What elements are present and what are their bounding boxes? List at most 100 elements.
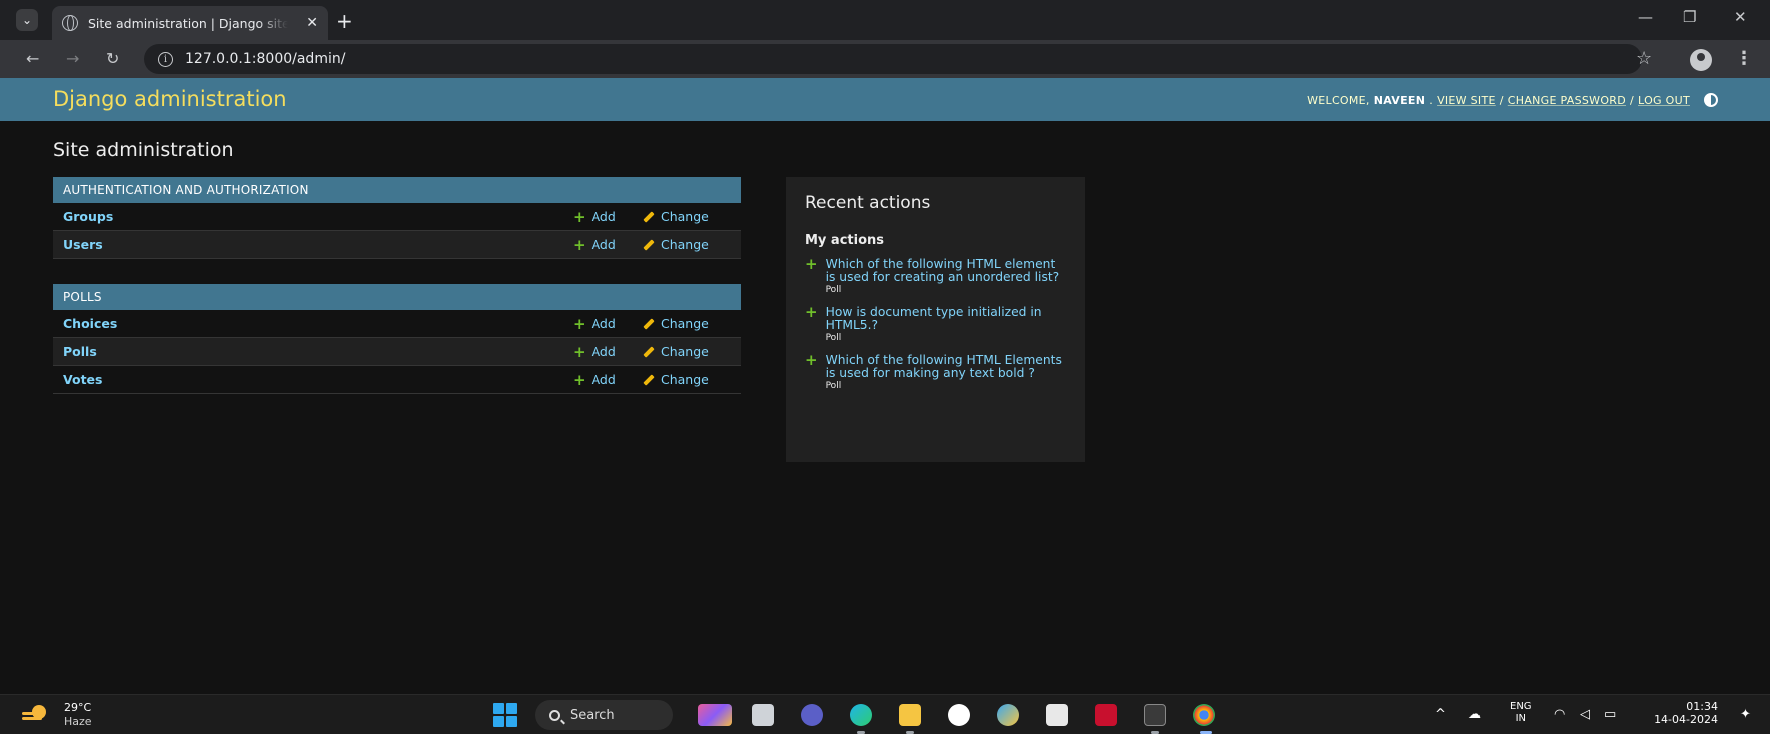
user-tools: WELCOME, NAVEEN . VIEW SITE / CHANGE PAS… [1307,93,1718,107]
list-item: + How is document type initialized in HT… [805,303,1066,344]
chrome-icon[interactable] [1193,704,1215,726]
chevron-up-icon[interactable]: ^ [1435,707,1446,722]
add-polls-button[interactable]: + Add [573,343,643,361]
site-brand[interactable]: Django administration [53,87,287,111]
volume-icon[interactable]: ◁ [1580,707,1590,722]
pencil-icon [643,373,655,386]
tab-close-icon[interactable]: ✕ [306,15,318,31]
store-icon[interactable] [1046,704,1068,726]
change-users-button[interactable]: Change [643,237,723,252]
new-tab-button[interactable]: + [336,9,353,33]
file-explorer-icon[interactable] [899,704,921,726]
weather-description[interactable]: Haze [64,715,92,728]
mcafee-icon[interactable] [1095,704,1117,726]
table-row: Votes + Add Change [53,366,741,394]
browser-tab-bar: ⌄ Site administration | Django site admi… [0,0,1770,40]
change-password-link[interactable]: CHANGE PASSWORD [1508,94,1626,107]
table-row: Groups + Add Change [53,203,741,231]
theme-toggle-icon[interactable] [1704,93,1718,107]
site-info-icon[interactable]: i [158,51,173,67]
tab-search-chevron-icon[interactable]: ⌄ [16,9,38,31]
profile-avatar-icon[interactable] [1690,49,1712,71]
plus-icon: + [573,235,586,254]
window-close-icon[interactable]: ✕ [1734,8,1747,26]
edge-browser-icon[interactable] [850,704,872,726]
list-item: + Which of the following HTML element is… [805,255,1066,296]
table-row: Users + Add Change [53,231,741,259]
search-icon [549,709,560,721]
plus-icon: + [573,207,586,226]
battery-icon[interactable]: ▭ [1604,707,1616,722]
welcome-text: WELCOME, [1307,93,1370,107]
separator: / [1630,93,1635,107]
add-groups-button[interactable]: + Add [573,208,643,226]
model-link-choices[interactable]: Choices [63,316,573,331]
reload-icon[interactable]: ↻ [106,49,119,68]
widgets-icon[interactable] [698,704,732,726]
module-polls: POLLS Choices + Add Change Polls + Add Cha… [53,284,741,394]
teams-chat-icon[interactable] [801,704,823,726]
addition-icon: + [805,351,818,369]
address-bar[interactable]: i 127.0.0.1:8000/admin/ [144,44,1642,74]
action-link[interactable]: Which of the following HTML element is u… [826,258,1066,284]
addition-icon: + [805,303,818,321]
pencil-icon [643,345,655,358]
view-site-link[interactable]: VIEW SITE [1437,94,1496,107]
weather-temperature[interactable]: 29°C [64,701,91,714]
weather-haze-icon[interactable] [22,705,48,723]
terminal-icon[interactable] [1144,704,1166,726]
addition-icon: + [805,255,818,273]
app-icon[interactable] [997,704,1019,726]
onedrive-icon[interactable]: ☁ [1468,707,1481,722]
username: NAVEEN [1373,93,1426,107]
change-votes-button[interactable]: Change [643,372,723,387]
notification-icon[interactable]: ✦ [1740,707,1751,722]
github-icon[interactable] [948,704,970,726]
task-view-icon[interactable] [752,704,774,726]
change-choices-button[interactable]: Change [643,316,723,331]
minimize-icon[interactable]: — [1638,8,1653,26]
recent-actions-title: Recent actions [805,193,931,213]
pencil-icon [643,317,655,330]
plus-icon: + [573,314,586,333]
back-arrow-icon[interactable]: ← [26,49,39,68]
bookmark-star-icon[interactable]: ☆ [1636,48,1652,69]
model-link-groups[interactable]: Groups [63,209,573,224]
forward-arrow-icon[interactable]: → [66,49,79,68]
action-link[interactable]: How is document type initialized in HTML… [826,306,1066,332]
change-polls-button[interactable]: Change [643,344,723,359]
table-row: Choices + Add Change [53,310,741,338]
action-type: Poll [825,333,842,343]
change-groups-button[interactable]: Change [643,209,723,224]
module-auth: AUTHENTICATION AND AUTHORIZATION Groups … [53,177,741,259]
page-title: Site administration [53,139,234,161]
url-text: 127.0.0.1:8000/admin/ [185,51,346,67]
windows-start-icon[interactable] [493,703,517,727]
table-row: Polls + Add Change [53,338,741,366]
wifi-icon[interactable]: ◠ [1554,707,1565,722]
browser-tab[interactable]: Site administration | Django site admin … [52,6,328,40]
model-link-polls[interactable]: Polls [63,344,573,359]
add-votes-button[interactable]: + Add [573,371,643,389]
plus-icon: + [573,342,586,361]
system-clock[interactable]: 01:34 14-04-2024 [1646,700,1718,726]
pencil-icon [643,210,655,223]
log-out-link[interactable]: LOG OUT [1638,94,1690,107]
browser-menu-icon[interactable]: ⋮ [1735,48,1753,69]
plus-icon: + [573,370,586,389]
model-link-users[interactable]: Users [63,237,573,252]
my-actions-heading: My actions [805,233,885,248]
add-choices-button[interactable]: + Add [573,315,643,333]
language-indicator[interactable]: ENG IN [1510,701,1532,725]
action-link[interactable]: Which of the following HTML Elements is … [826,354,1066,380]
action-type: Poll [825,285,842,295]
taskbar-search[interactable]: Search [535,700,673,730]
globe-icon [62,15,78,31]
browser-toolbar: ← → ↻ i 127.0.0.1:8000/admin/ ☆ ⋮ [0,40,1770,78]
list-item: + Which of the following HTML Elements i… [805,351,1066,392]
add-users-button[interactable]: + Add [573,236,643,254]
module-caption[interactable]: POLLS [53,284,741,310]
model-link-votes[interactable]: Votes [63,372,573,387]
restore-icon[interactable]: ❐ [1683,8,1696,26]
module-caption[interactable]: AUTHENTICATION AND AUTHORIZATION [53,177,741,203]
